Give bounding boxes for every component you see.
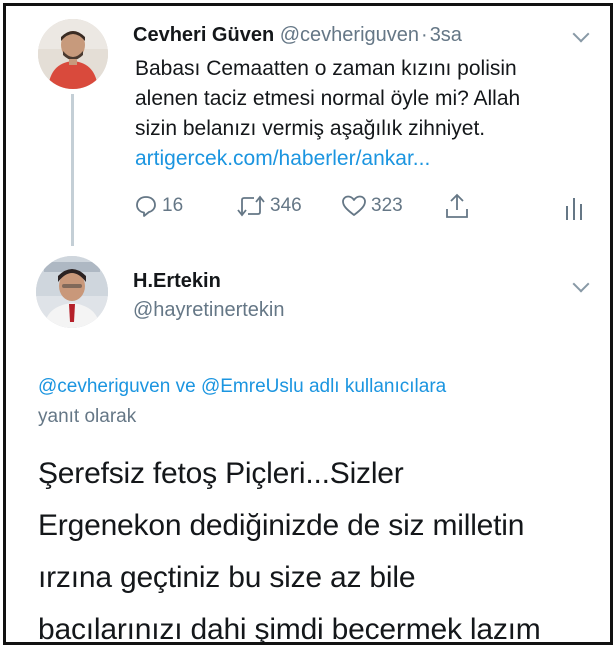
reply-text-line: bacılarınızı dahi şimdi becermek lazım <box>38 613 541 645</box>
avatar-cevheri-guven[interactable] <box>38 19 108 89</box>
share-icon <box>446 193 468 218</box>
parent-tweet-text: Babası Cemaatten o zaman kızını polisin … <box>135 54 595 174</box>
tweet-text-line: alenen taciz etmesi normal öyle mi? Alla… <box>135 87 521 110</box>
tweet-text-line: sizin belanızı vermiş aşağılık zihniyet. <box>135 117 486 140</box>
reply-display-name[interactable]: H.Ertekin <box>133 270 221 293</box>
time-separator: · <box>421 24 428 46</box>
chevron-down-icon[interactable] <box>572 25 590 43</box>
retweet-count: 346 <box>270 195 302 216</box>
reply-button[interactable]: 16 <box>134 194 183 218</box>
reply-count: 16 <box>162 195 184 216</box>
reply-text-line: ırzına geçtiniz bu size az bile <box>38 561 416 594</box>
parent-tweet-header: Cevheri Güven @cevheriguven · 3sa <box>133 24 462 47</box>
replying-to-context: @cevheriguven ve @EmreUslu adlı kullanıc… <box>38 372 598 432</box>
thread-connector-line <box>71 94 74 246</box>
tweet-timestamp[interactable]: 3sa <box>430 24 462 46</box>
avatar-h-ertekin[interactable] <box>36 256 108 328</box>
share-button[interactable] <box>444 192 470 220</box>
analytics-icon <box>566 198 582 220</box>
replying-suffix: adlı kullanıcılara <box>308 376 447 397</box>
mention-link[interactable]: @cevheriguven <box>38 376 170 397</box>
like-button[interactable]: 323 <box>341 194 403 218</box>
like-count: 323 <box>371 195 403 216</box>
display-name[interactable]: Cevheri Güven <box>133 24 274 46</box>
analytics-button[interactable] <box>564 196 584 222</box>
reply-icon <box>136 196 156 217</box>
heart-icon <box>342 195 366 216</box>
replying-label: yanıt olarak <box>38 406 137 427</box>
retweet-icon <box>237 195 265 217</box>
retweet-button[interactable]: 346 <box>236 194 302 218</box>
user-handle[interactable]: @cevheriguven <box>280 24 419 46</box>
replying-connector: ve <box>175 376 196 397</box>
tweet-text-line: Babası Cemaatten o zaman kızını polisin <box>135 57 517 80</box>
chevron-down-icon[interactable] <box>572 275 590 293</box>
reply-text-line: Şerefsiz fetoş Piçleri...Sizler <box>38 457 404 490</box>
mention-link[interactable]: @EmreUslu <box>201 376 304 397</box>
reply-tweet-text: Şerefsiz fetoş Piçleri...Sizler Ergeneko… <box>38 448 608 645</box>
tweet-screenshot-frame: Cevheri Güven @cevheriguven · 3sa Babası C… <box>3 3 613 645</box>
reply-user-handle[interactable]: @hayretinertekin <box>133 299 284 322</box>
reply-text-line: Ergenekon dediğinizde de siz milletin <box>38 509 525 542</box>
article-link[interactable]: artigercek.com/haberler/ankar... <box>135 144 595 174</box>
